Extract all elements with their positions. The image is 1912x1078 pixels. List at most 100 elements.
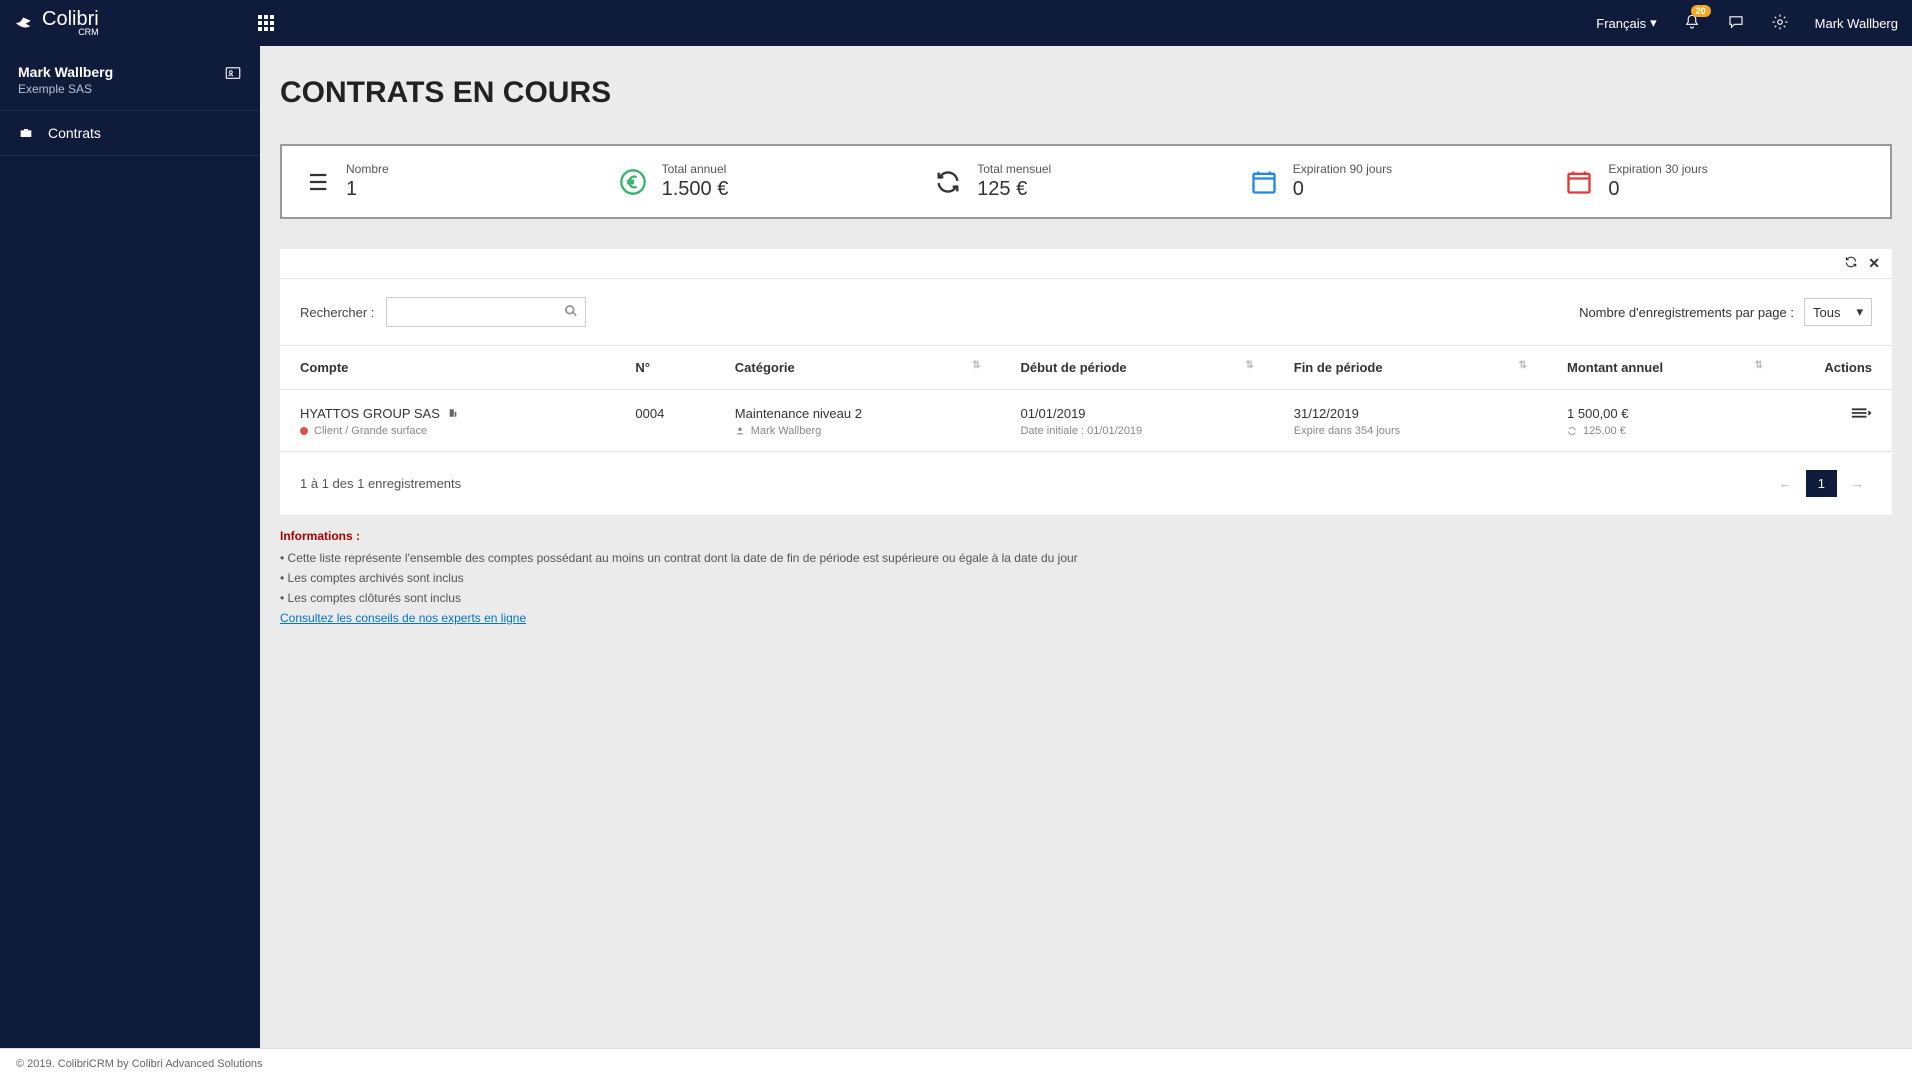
info-link[interactable]: Consultez les conseils de nos experts en… [280,611,526,625]
calendar-blue-icon [1249,167,1279,197]
col-category[interactable]: Catégorie⇅ [715,346,1001,390]
page-title: CONTRATS EN COURS [280,46,1892,144]
contracts-table: Compte N° Catégorie⇅ Début de période⇅ F… [280,345,1892,452]
pager-next[interactable]: → [1843,472,1872,495]
list-icon [302,167,332,197]
stat-value: 1 [346,178,389,201]
chevron-down-icon: ▾ [1856,304,1863,320]
contracts-panel: ✕ Rechercher : Nombre d'enregistrements … [280,249,1892,515]
perpage-select[interactable]: Tous ▾ [1804,298,1872,326]
logo[interactable]: Colibri CRM [14,9,258,37]
row-account-name: HYATTOS GROUP SAS [300,406,440,421]
sidebar-item-label: Contrats [48,125,101,141]
info-line: • Les comptes archivés sont inclus [280,571,1892,585]
pager: ← 1 → [1771,470,1872,497]
info-block: Informations : • Cette liste représente … [280,515,1892,625]
row-amount: 1 500,00 € [1567,406,1763,421]
logo-text: Colibri [42,9,99,29]
person-icon [735,426,745,436]
chat-button[interactable] [1727,13,1745,34]
footer-text: © 2019. ColibriCRM by Colibri Advanced S… [16,1058,263,1070]
apps-grid-icon[interactable] [258,15,274,31]
row-number: 0004 [635,406,664,421]
stat-label: Expiration 90 jours [1293,162,1392,176]
row-category: Maintenance niveau 2 [735,406,981,421]
main-content: CONTRATS EN COURS Nombre 1 Total annuel … [260,46,1912,1048]
notifications-button[interactable]: 20 [1683,13,1701,34]
row-amount-sub: 125,00 € [1583,425,1626,437]
close-panel-button[interactable]: ✕ [1868,255,1880,272]
user-menu[interactable]: Mark Wallberg [1815,16,1898,31]
sidebar: Mark Wallberg Exemple SAS Contrats [0,46,260,1048]
stat-value: 0 [1293,178,1392,201]
stats-row: Nombre 1 Total annuel 1.500 € Total me [280,144,1892,219]
col-amount[interactable]: Montant annuel⇅ [1547,346,1783,390]
stat-label: Expiration 30 jours [1608,162,1707,176]
row-category-sub: Mark Wallberg [751,425,822,437]
refresh-small-icon [1567,426,1577,436]
stat-value: 0 [1608,178,1707,201]
stat-label: Nombre [346,162,389,176]
notifications-badge: 20 [1691,5,1711,17]
pagination-info: 1 à 1 des 1 enregistrements [300,476,461,491]
sort-icon: ⇅ [1755,360,1763,371]
stat-expiration-30: Expiration 30 jours 0 [1564,162,1870,201]
row-start-sub: Date initiale : 01/01/2019 [1020,425,1142,437]
sidebar-user-name: Mark Wallberg [18,64,113,80]
contact-card-icon [224,64,242,82]
user-block: Mark Wallberg Exemple SAS [0,46,260,110]
building-icon [448,406,458,421]
stat-nombre: Nombre 1 [302,162,608,201]
stat-total-annuel: Total annuel 1.500 € [618,162,924,201]
perpage-value: Tous [1813,305,1840,320]
perpage-label: Nombre d'enregistrements par page : [1579,305,1794,320]
contact-card-button[interactable] [224,64,242,85]
sort-icon: ⇅ [972,360,980,371]
table-row[interactable]: HYATTOS GROUP SAS Client / Grande surfac… [280,390,1892,452]
status-dot-red [300,427,308,435]
search-input[interactable] [386,297,586,327]
stat-value: 125 € [977,178,1051,201]
briefcase-icon [18,125,34,141]
refresh-panel-button[interactable] [1844,255,1858,272]
bird-icon [14,12,36,34]
settings-button[interactable] [1771,13,1789,34]
pager-prev[interactable]: ← [1771,472,1800,495]
sidebar-item-contrats[interactable]: Contrats [0,110,260,156]
footer: © 2019. ColibriCRM by Colibri Advanced S… [0,1048,1912,1078]
menu-lines-icon [1850,406,1872,420]
refresh-icon [933,167,963,197]
chevron-down-icon: ▾ [1650,15,1657,31]
row-end-sub: Expire dans 354 jours [1294,425,1400,437]
col-start[interactable]: Début de période⇅ [1000,346,1273,390]
info-title: Informations : [280,529,1892,543]
search-label: Rechercher : [300,305,374,320]
calendar-red-icon [1564,167,1594,197]
gear-icon [1771,13,1789,31]
panel-tools: ✕ [280,249,1892,279]
col-number[interactable]: N° [615,346,714,390]
topbar: Colibri CRM Français ▾ 20 Mark Wallberg [0,0,1912,46]
row-end: 31/12/2019 [1294,406,1527,421]
language-label: Français [1596,16,1646,31]
search-icon [564,304,578,318]
refresh-icon [1844,255,1858,269]
stat-value: 1.500 € [662,178,729,201]
stat-label: Total mensuel [977,162,1051,176]
row-start: 01/01/2019 [1020,406,1253,421]
sort-icon: ⇅ [1519,360,1527,371]
row-account-sub: Client / Grande surface [314,425,427,437]
sort-icon: ⇅ [1245,360,1253,371]
row-actions-button[interactable] [1783,390,1892,452]
language-selector[interactable]: Français ▾ [1596,15,1656,31]
pager-current[interactable]: 1 [1806,470,1837,497]
col-account[interactable]: Compte [280,346,615,390]
stat-total-mensuel: Total mensuel 125 € [933,162,1239,201]
sidebar-company: Exemple SAS [18,82,113,96]
stat-expiration-90: Expiration 90 jours 0 [1249,162,1555,201]
stat-label: Total annuel [662,162,729,176]
chat-icon [1727,13,1745,31]
col-end[interactable]: Fin de période⇅ [1274,346,1547,390]
info-line: • Les comptes clôturés sont inclus [280,591,1892,605]
col-actions: Actions [1783,346,1892,390]
